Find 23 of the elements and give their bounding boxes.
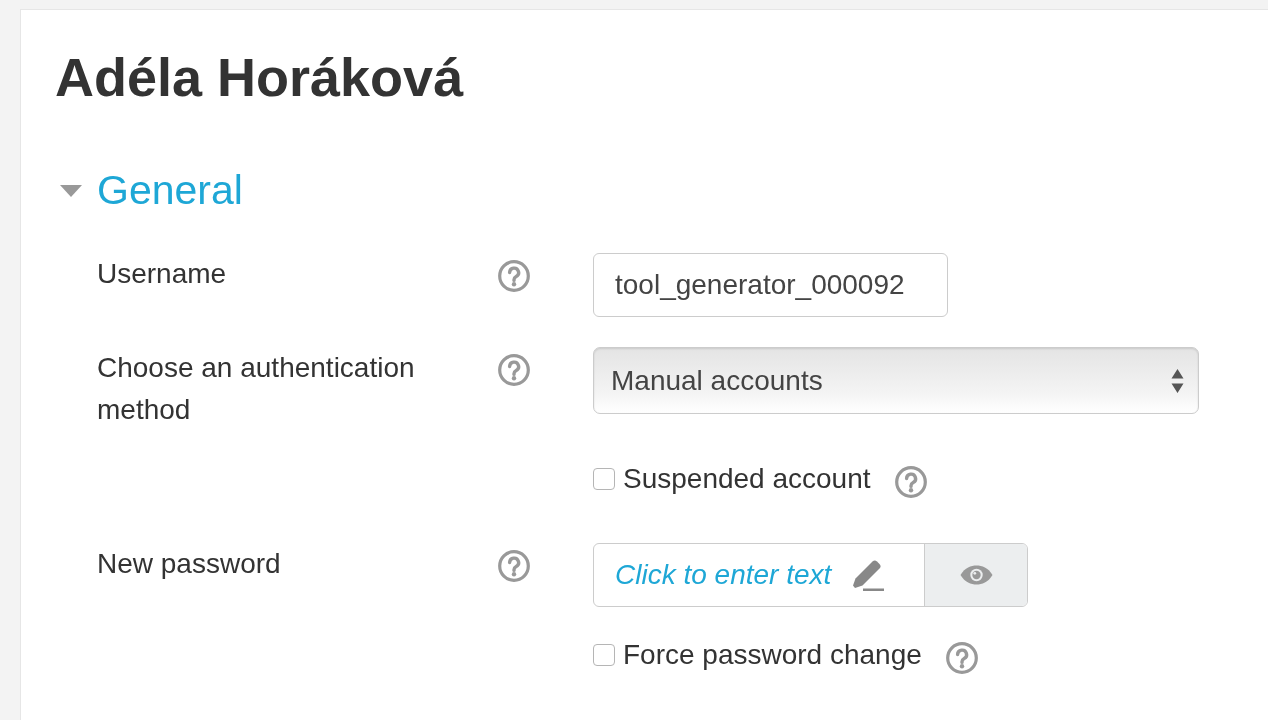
page-title: Adéla Horáková [55,46,464,109]
help-icon[interactable] [498,354,530,386]
field-label: New password [97,547,281,581]
checkbox[interactable] [593,644,615,666]
edit-link[interactable]: Click to enter text [615,554,886,596]
help-icon[interactable] [894,466,927,498]
help-icon[interactable] [498,260,530,292]
field-label: Choose an authentication method [97,351,416,427]
caret-icon[interactable] [60,184,82,197]
show-password-button[interactable] [924,544,1027,606]
section-heading[interactable]: General [97,166,243,215]
username-field[interactable]: tool_generator_000092 [593,253,948,317]
eye-icon [959,565,993,585]
pencil-icon [851,558,886,592]
checkbox-label: Suspended account [623,462,871,496]
help-icon[interactable] [498,550,530,582]
checkbox-label: Force password change [623,638,922,672]
select-dropdown[interactable]: Manual accounts [593,347,1199,414]
select-arrows-icon [1171,367,1184,394]
field-label: Username [97,257,227,291]
checkbox[interactable] [593,468,615,490]
password-field[interactable]: Click to enter text [593,543,1028,607]
help-icon[interactable] [945,642,978,674]
